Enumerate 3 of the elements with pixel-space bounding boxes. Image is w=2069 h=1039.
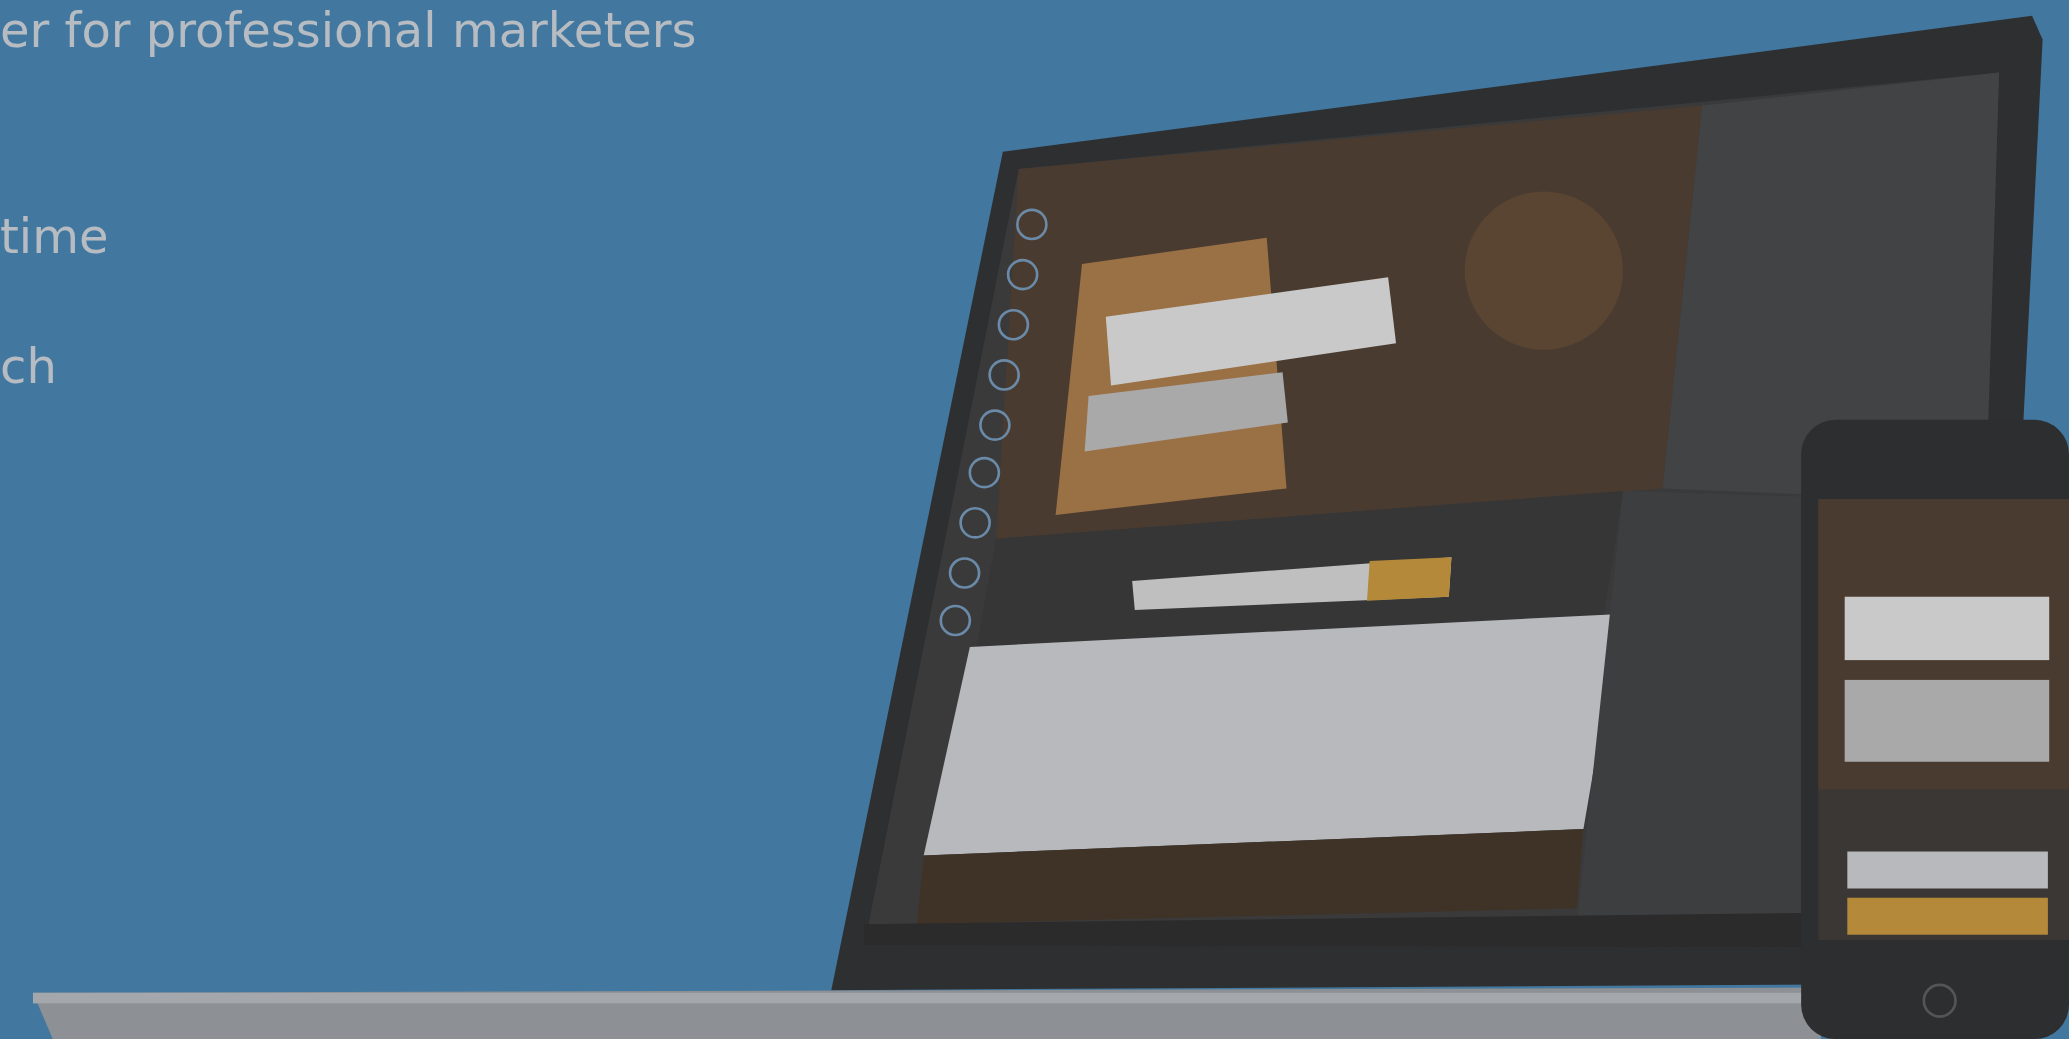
- feature-text: time: [0, 207, 109, 266]
- feature-text: ch: [0, 337, 57, 396]
- headline-text: er for professional marketers: [0, 1, 697, 60]
